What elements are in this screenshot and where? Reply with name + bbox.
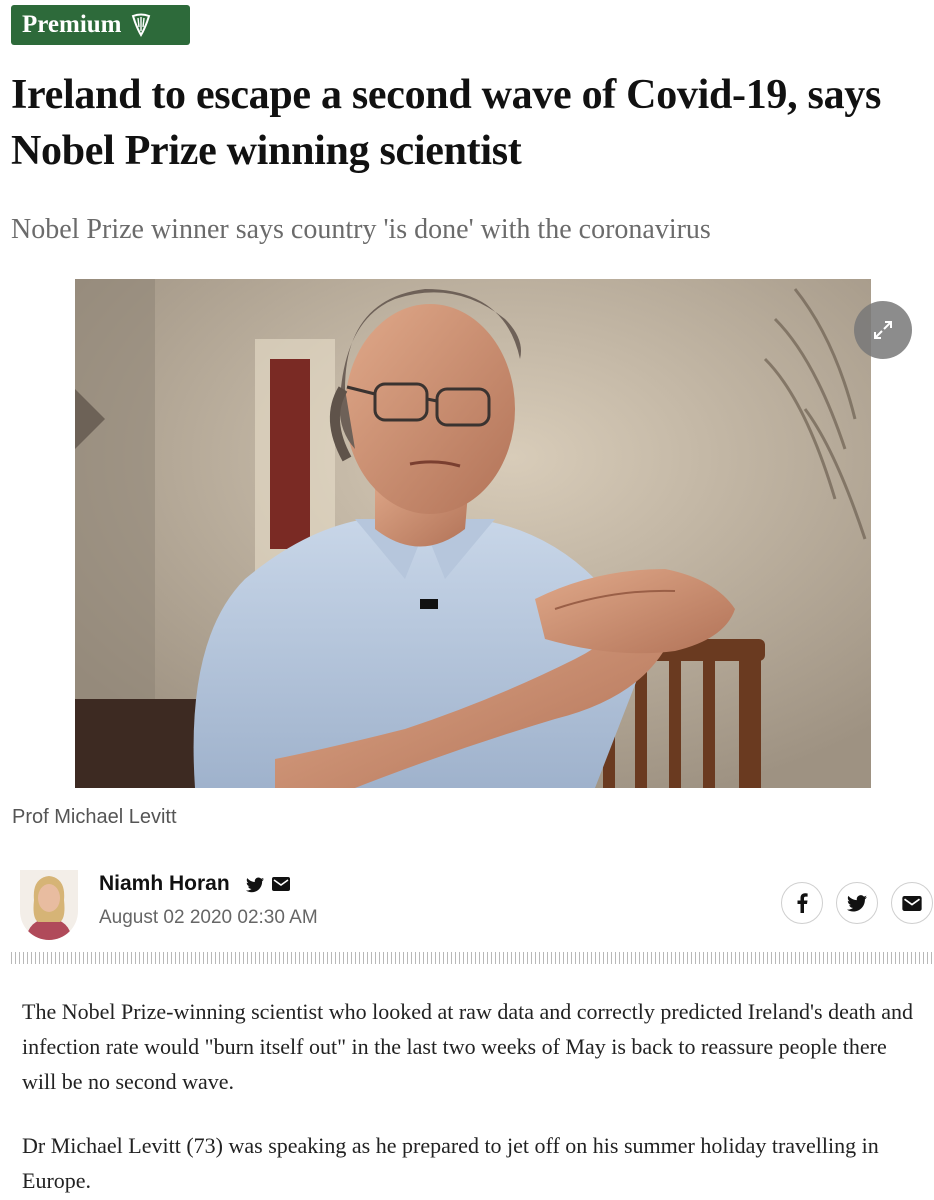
harp-icon — [130, 13, 152, 37]
expand-icon — [874, 321, 892, 339]
premium-label: Premium — [22, 11, 122, 38]
twitter-icon[interactable] — [246, 877, 264, 898]
article-paragraph: The Nobel Prize-winning scientist who lo… — [22, 999, 913, 1094]
premium-badge[interactable]: Premium — [11, 5, 190, 45]
email-icon[interactable] — [272, 877, 290, 898]
share-email-button[interactable] — [891, 882, 933, 924]
author-name[interactable]: Niamh Horan — [99, 872, 230, 896]
author-avatar[interactable] — [20, 870, 78, 940]
twitter-icon — [847, 894, 867, 911]
article-standfirst: Nobel Prize winner says country 'is done… — [11, 214, 711, 245]
share-twitter-button[interactable] — [836, 882, 878, 924]
article-headline: Ireland to escape a second wave of Covid… — [11, 72, 882, 174]
expand-image-button[interactable] — [854, 301, 912, 359]
section-divider — [11, 952, 933, 964]
image-caption: Prof Michael Levitt — [12, 806, 177, 828]
article-paragraph: Dr Michael Levitt (73) was speaking as h… — [22, 1133, 879, 1193]
article-photo[interactable] — [75, 279, 871, 788]
publish-date: August 02 2020 02:30 AM — [99, 907, 318, 928]
facebook-icon — [797, 893, 808, 913]
share-facebook-button[interactable] — [781, 882, 823, 924]
email-icon — [902, 895, 922, 911]
